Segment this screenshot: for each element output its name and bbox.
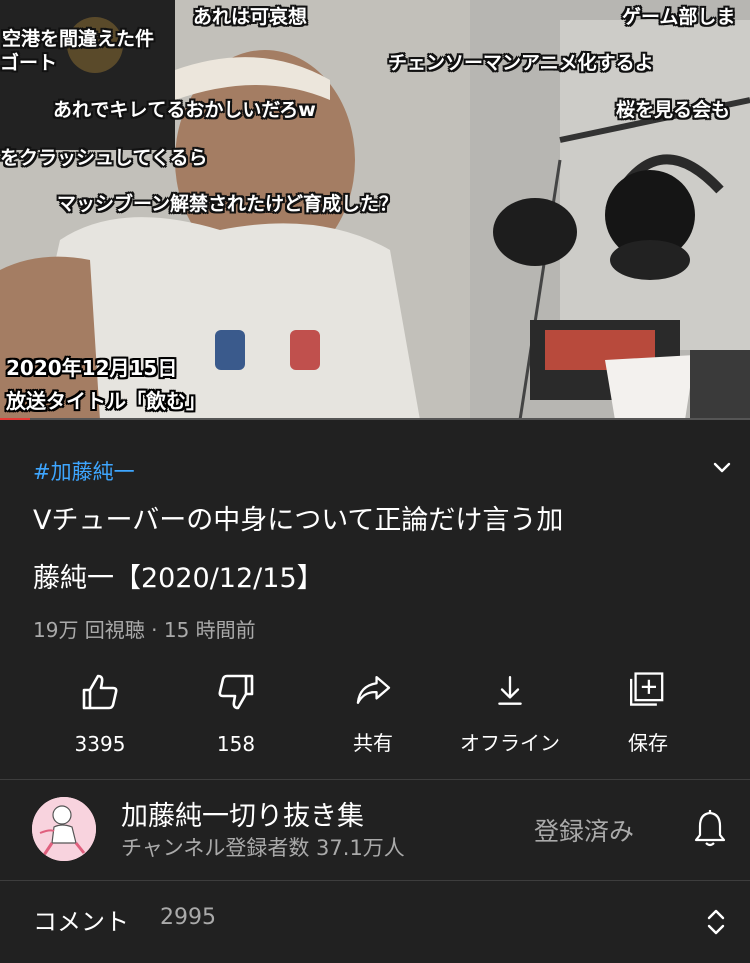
thumbs-down-icon	[218, 674, 254, 710]
video-caption-date: 2020年12月15日	[6, 356, 178, 380]
hashtag-link[interactable]: #加藤純一	[33, 456, 135, 486]
video-progress-fill	[0, 418, 30, 420]
channel-name[interactable]: 加藤純一切り抜き集	[121, 794, 364, 833]
share-label: 共有	[353, 731, 393, 755]
save-button[interactable]: 保存	[578, 666, 718, 756]
danmaku-comment: あれは可哀想	[193, 6, 308, 28]
save-label: 保存	[628, 731, 668, 755]
video-progress-bar[interactable]	[0, 418, 750, 420]
comments-count: 2995	[160, 905, 216, 930]
danmaku-comment: ゴート	[0, 52, 58, 74]
offline-download-button[interactable]: オフライン	[440, 666, 580, 756]
share-arrow-icon	[356, 675, 391, 704]
download-icon	[498, 675, 522, 705]
video-title-line: 藤純一【2020/12/15】	[33, 563, 324, 594]
channel-row[interactable]: 加藤純一切り抜き集 チャンネル登録者数 37.1万人 登録済み	[0, 780, 750, 880]
danmaku-comment: 桜を見る会も	[616, 99, 731, 121]
view-count-and-date: 19万 回視聴 · 15 時間前	[33, 618, 256, 642]
comments-section-header[interactable]: コメント 2995	[0, 880, 750, 963]
like-count: 3395	[74, 732, 126, 756]
channel-avatar[interactable]	[32, 797, 96, 861]
action-bar: 3395 158 共有 オフライン 保存	[0, 666, 750, 756]
add-to-playlist-icon	[630, 672, 664, 706]
danmaku-comment: マッシブーン解禁されたけど育成した？	[57, 193, 399, 215]
danmaku-comment: ゲーム部しま	[622, 6, 736, 28]
video-title[interactable]: Vチューバーの中身について正論だけ言う加 藤純一【2020/12/15】	[33, 492, 673, 608]
dislike-count: 158	[216, 732, 256, 756]
danmaku-comment: 空港を間違えた件	[2, 28, 155, 50]
video-title-line: Vチューバーの中身について正論だけ言う加	[33, 505, 564, 536]
bell-icon[interactable]	[692, 808, 728, 848]
expand-collapse-icon[interactable]	[704, 906, 728, 938]
dislike-button[interactable]: 158	[166, 666, 306, 756]
subscribed-button[interactable]: 登録済み	[534, 812, 634, 848]
like-button[interactable]: 3395	[30, 666, 170, 756]
offline-label: オフライン	[460, 731, 560, 755]
video-watch-page: あれは可哀想 ゲーム部しま 空港を間違えた件 ゴート チェンソーマンアニメ化する…	[0, 0, 750, 963]
subscriber-count: チャンネル登録者数 37.1万人	[121, 836, 405, 860]
danmaku-comment: あれでキレてるおかしいだろw	[53, 99, 316, 121]
danmaku-comment: をクラッシュしてくるら	[0, 147, 208, 169]
avatar-illustration	[32, 797, 96, 861]
thumbs-up-icon	[82, 674, 118, 710]
chevron-down-icon[interactable]	[708, 458, 736, 478]
comments-label: コメント	[33, 908, 129, 936]
video-caption-title: 放送タイトル「飲む」	[6, 389, 206, 413]
share-button[interactable]: 共有	[303, 666, 443, 756]
danmaku-comment: チェンソーマンアニメ化するよ	[388, 52, 654, 74]
video-player[interactable]: あれは可哀想 ゲーム部しま 空港を間違えた件 ゴート チェンソーマンアニメ化する…	[0, 0, 750, 420]
